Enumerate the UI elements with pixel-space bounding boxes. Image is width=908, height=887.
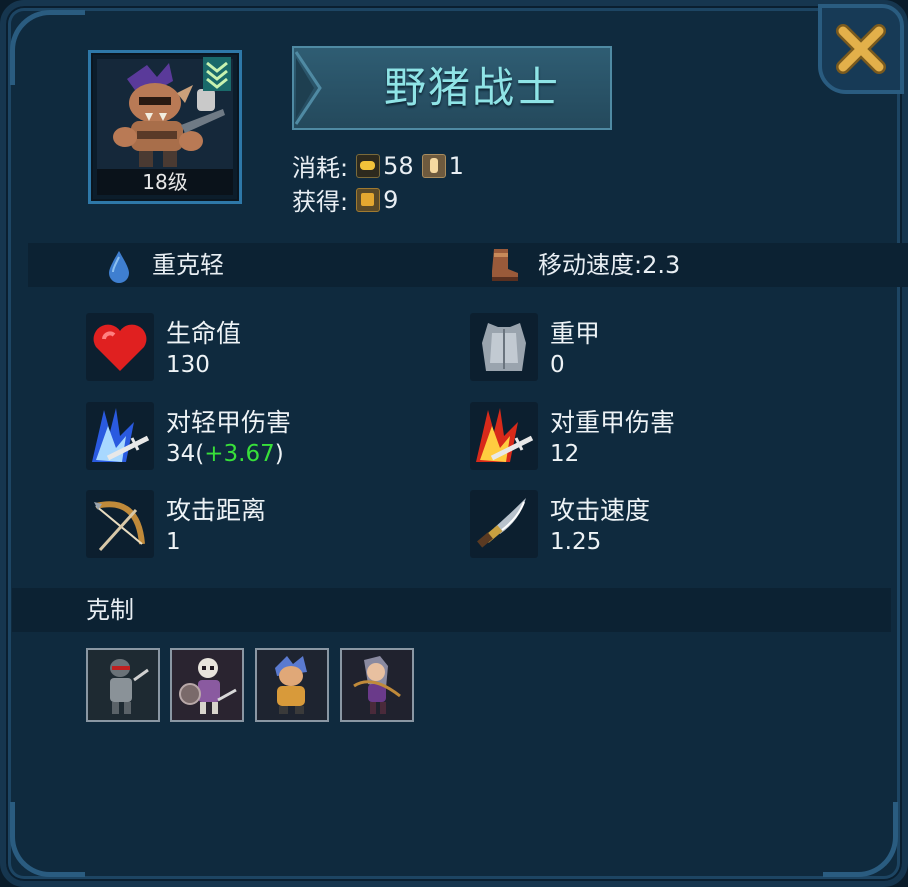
stat-value-vs-light: 34(+3.67) [166,441,284,467]
population-icon [421,153,446,178]
blue-slash-icon [86,402,154,470]
cost-row: 消耗: 58 1 [292,148,464,183]
skeleton-unit-icon [172,650,242,720]
info-strip: 重克轻 移动速度:2.3 [28,243,908,287]
close-icon [836,24,886,74]
gold-icon [356,153,381,178]
move-speed-text: 移动速度:2.3 [538,251,681,279]
vs-light-bonus-value: +3.67 [204,441,275,467]
counter-unit-archer-girl[interactable] [340,648,414,722]
cost-pop-value: 1 [448,151,464,180]
water-drop-icon [109,251,129,283]
heart-icon [86,313,154,381]
unit-level: 18级 [97,169,233,195]
stat-label-armor: 重甲 [550,319,601,348]
vs-light-base-value: 34 [166,441,196,467]
dagger-icon [470,490,538,558]
armor-type-text: 重克轻 [152,251,224,279]
stat-value-vs-heavy: 12 [550,441,580,467]
nameplate-arrow-icon [294,51,322,125]
boot-icon [492,249,518,281]
stat-label-vs-heavy: 对重甲伤害 [550,408,676,437]
corner-ornament [823,802,898,877]
gain-honor-value: 9 [383,185,399,214]
rank-badge-icon [203,57,231,91]
bow-icon [86,490,154,558]
close-button[interactable] [818,4,904,94]
ninja-unit-icon [88,650,158,720]
counter-unit-blue-hair[interactable] [255,648,329,722]
stat-label-hp: 生命值 [166,319,242,348]
corner-ornament [10,802,85,877]
counter-unit-skeleton[interactable] [170,648,244,722]
armor-icon [470,313,538,381]
stat-label-range: 攻击距离 [166,496,267,525]
blue-haired-unit-icon [257,650,327,720]
cost-label: 消耗: [292,154,349,182]
stat-value-range: 1 [166,529,181,555]
corner-ornament [10,10,85,85]
gain-row: 获得: 9 [292,182,398,217]
stat-label-vs-light: 对轻甲伤害 [166,408,292,437]
stat-value-hp: 130 [166,352,210,378]
honor-icon [356,187,381,212]
red-slash-icon [470,402,538,470]
counter-unit-ninja[interactable] [86,648,160,722]
unit-portrait: 18级 [88,50,242,204]
stat-value-armor: 0 [550,352,565,378]
counters-title: 克制 [86,596,134,624]
unit-name-plate: 野猪战士 [292,46,612,130]
counters-header: 克制 [12,588,891,632]
gain-label: 获得: [292,188,349,216]
archer-girl-unit-icon [342,650,412,720]
cost-gold-value: 58 [383,151,414,180]
stat-value-attack-speed: 1.25 [550,529,602,555]
stat-label-attack-speed: 攻击速度 [550,496,651,525]
unit-name: 野猪战士 [383,63,560,112]
